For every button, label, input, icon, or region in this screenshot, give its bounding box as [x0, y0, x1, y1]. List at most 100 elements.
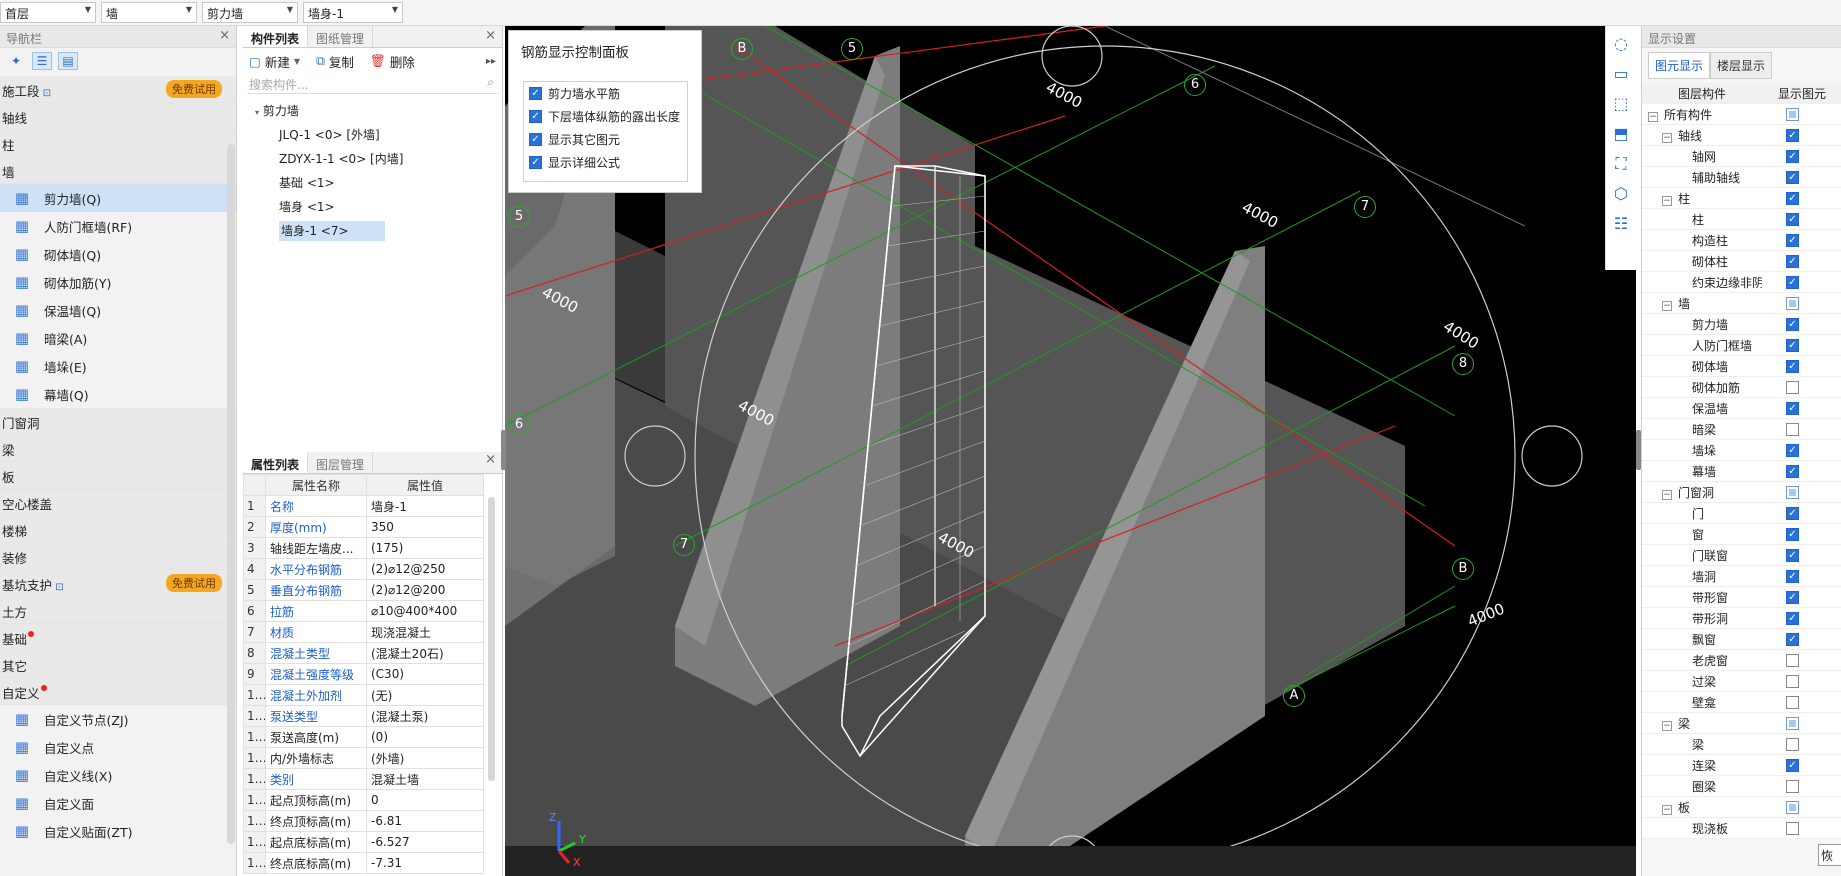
free-trial-badge[interactable]: 免费试用 — [166, 574, 222, 592]
pin-icon[interactable]: ✦ — [6, 52, 26, 70]
rebar-option[interactable]: ✓ 显示详细公式 — [524, 151, 687, 174]
property-row[interactable]: 9 混凝土强度等级 (C30) — [243, 663, 484, 685]
layer-row[interactable]: − 墙 — [1642, 293, 1841, 314]
property-row[interactable]: 6 拉筋 ⌀10@400*400 — [243, 600, 484, 622]
visibility-checkbox[interactable]: ✓ — [1786, 465, 1799, 478]
nav-category[interactable]: 自定义 — [0, 678, 236, 705]
property-value[interactable]: 现浇混凝土 — [366, 621, 484, 643]
component-item[interactable]: ZDYX-1-1 <0> [内墙] — [243, 146, 502, 170]
property-value[interactable]: 墙身-1 — [366, 495, 484, 517]
property-row[interactable]: 2 厚度(mm) 350 — [243, 516, 484, 538]
checkbox[interactable]: ✓ — [529, 133, 542, 146]
component-item[interactable]: JLQ-1 <0> [外墙] — [243, 122, 502, 146]
expand-arrow-icon[interactable]: ▾ — [255, 108, 259, 117]
layer-row[interactable]: 老虎窗 — [1642, 650, 1841, 671]
layer-row[interactable]: 辅助轴线 ✓ — [1642, 167, 1841, 188]
floor-select[interactable]: 首层 ▼ — [0, 2, 96, 23]
property-scrollbar[interactable] — [488, 497, 495, 781]
tree-root[interactable]: ▾ 剪力墙 — [243, 98, 502, 122]
property-row[interactable]: 3 轴线距左墙皮... (175) — [243, 537, 484, 559]
nav-item[interactable]: ▦ 墙垛(E) — [0, 352, 236, 380]
layer-row[interactable]: 窗 ✓ — [1642, 524, 1841, 545]
delete-button[interactable]: 🗑 删除 — [370, 52, 415, 71]
isolate-icon[interactable]: ⬡ — [1609, 182, 1633, 206]
tab-property-list[interactable]: 属性列表 — [243, 452, 309, 473]
nav-item[interactable]: ▦ 砌体加筋(Y) — [0, 268, 236, 296]
nav-category[interactable]: 装修 — [0, 543, 236, 570]
property-row[interactable]: 14 类别 混凝土墙 — [243, 768, 484, 790]
collapse-icon[interactable]: − — [1662, 300, 1672, 311]
nav-item[interactable]: ▦ 剪力墙(Q) — [0, 184, 236, 212]
visibility-checkbox[interactable]: ✓ — [1786, 759, 1799, 772]
nav-item[interactable]: ▦ 自定义贴面(ZT) — [0, 817, 236, 845]
layer-row[interactable]: 柱 ✓ — [1642, 209, 1841, 230]
property-row[interactable]: 1 名称 墙身-1 — [243, 495, 484, 517]
axis-triad[interactable]: Z Y X — [545, 811, 595, 869]
cube-view-icon[interactable]: ⬒ — [1609, 122, 1633, 146]
property-row[interactable]: 7 材质 现浇混凝土 — [243, 621, 484, 643]
tab-layer-manage[interactable]: 图层管理 — [308, 452, 374, 473]
nav-category[interactable]: 基础 — [0, 624, 236, 651]
layer-row[interactable]: 约束边缘非阴... ✓ — [1642, 272, 1841, 293]
rebar-option[interactable]: ✓ 下层墙体纵筋的露出长度 — [524, 105, 687, 128]
visibility-checkbox[interactable] — [1786, 381, 1799, 394]
visibility-checkbox[interactable]: ✓ — [1786, 549, 1799, 562]
layer-row[interactable]: 剪力墙 ✓ — [1642, 314, 1841, 335]
layer-row[interactable]: 门 ✓ — [1642, 503, 1841, 524]
nav-item[interactable]: ▦ 自定义点 — [0, 733, 236, 761]
property-value[interactable]: (外墙) — [366, 747, 484, 769]
visibility-checkbox[interactable] — [1786, 717, 1799, 730]
layer-row[interactable]: − 梁 — [1642, 713, 1841, 734]
nav-category[interactable]: 土方 — [0, 597, 236, 624]
visibility-checkbox[interactable]: ✓ — [1786, 360, 1799, 373]
property-row[interactable]: 15 起点顶标高(m) 0 — [243, 789, 484, 811]
list-view-icon[interactable]: ☰ — [32, 52, 52, 70]
property-value[interactable]: (175) — [366, 537, 484, 559]
component-item[interactable]: 墙身-1 <7> — [243, 218, 502, 242]
nav-scrollbar[interactable] — [227, 144, 235, 844]
nav-item[interactable]: ▦ 暗梁(A) — [0, 324, 236, 352]
detail-view-icon[interactable]: ▤ — [58, 52, 78, 70]
nav-item[interactable]: ▦ 幕墙(Q) — [0, 380, 236, 408]
collapse-icon[interactable]: − — [1662, 720, 1672, 731]
visibility-checkbox[interactable] — [1786, 297, 1799, 310]
2d-view-icon[interactable]: ▭ — [1609, 62, 1633, 86]
property-row[interactable]: 5 垂直分布钢筋 (2)⌀12@200 — [243, 579, 484, 601]
checkbox[interactable]: ✓ — [529, 87, 542, 100]
nav-category[interactable]: 柱 — [0, 130, 236, 157]
layer-row[interactable]: 带形窗 ✓ — [1642, 587, 1841, 608]
property-value[interactable]: (C30) — [366, 663, 484, 685]
layer-row[interactable]: 壁龛 — [1642, 692, 1841, 713]
visibility-checkbox[interactable]: ✓ — [1786, 234, 1799, 247]
nav-category[interactable]: 梁 — [0, 435, 236, 462]
property-row[interactable]: 18 终点底标高(m) -7.31 — [243, 852, 484, 874]
search-icon[interactable]: ⌕ — [487, 75, 494, 90]
layer-row[interactable]: 保温墙 ✓ — [1642, 398, 1841, 419]
chevron-down-icon[interactable]: ▼ — [294, 57, 300, 66]
layer-row[interactable]: 墙垛 ✓ — [1642, 440, 1841, 461]
property-row[interactable]: 8 混凝土类型 (混凝土20石) — [243, 642, 484, 664]
layer-row[interactable]: − 门窗洞 — [1642, 482, 1841, 503]
layer-row[interactable]: 梁 — [1642, 734, 1841, 755]
layer-row[interactable]: − 轴线 ✓ — [1642, 125, 1841, 146]
new-button[interactable]: ▢ 新建 ▼ — [249, 52, 300, 71]
layer-row[interactable]: 现浇板 — [1642, 818, 1841, 839]
more-icon[interactable]: ▸▸ — [486, 56, 496, 67]
nav-category[interactable]: 轴线 — [0, 103, 236, 130]
nav-category[interactable]: 板 — [0, 462, 236, 489]
visibility-checkbox[interactable]: ✓ — [1786, 528, 1799, 541]
checkbox[interactable]: ✓ — [529, 110, 542, 123]
nav-category[interactable]: 基坑支护 ⊡ 免费试用 — [0, 570, 236, 597]
property-row[interactable]: 16 终点顶标高(m) -6.81 — [243, 810, 484, 832]
nav-item[interactable]: ▦ 自定义线(X) — [0, 761, 236, 789]
type-select[interactable]: 剪力墙 ▼ — [202, 2, 298, 23]
visibility-checkbox[interactable] — [1786, 675, 1799, 688]
visibility-checkbox[interactable]: ✓ — [1786, 171, 1799, 184]
tab-floor-display[interactable]: 楼层显示 — [1710, 52, 1773, 79]
layer-row[interactable]: − 板 — [1642, 797, 1841, 818]
nav-category[interactable]: 墙 — [0, 157, 236, 184]
visibility-checkbox[interactable]: ✓ — [1786, 255, 1799, 268]
component-item[interactable]: 基础 <1> — [243, 170, 502, 194]
copy-button[interactable]: ⧉ 复制 — [316, 52, 354, 71]
layer-row[interactable]: − 所有构件 — [1642, 104, 1841, 125]
